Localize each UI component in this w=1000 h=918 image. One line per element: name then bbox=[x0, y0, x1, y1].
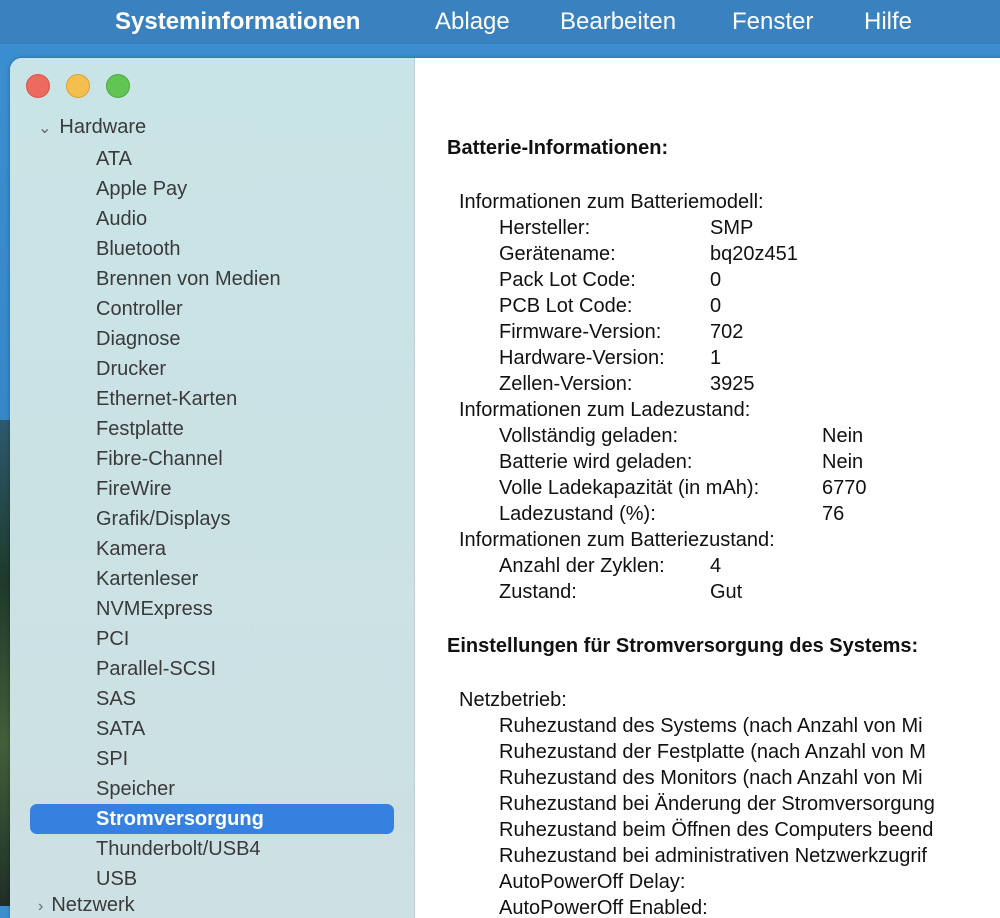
sidebar-item[interactable]: NVMExpress bbox=[96, 594, 213, 624]
menu-ablage[interactable]: Ablage bbox=[435, 8, 510, 36]
chevron-down-icon[interactable]: ⌄ bbox=[38, 120, 51, 137]
power-setting-label: AutoPowerOff Enabled: bbox=[499, 897, 708, 918]
info-label: Anzahl der Zyklen: bbox=[499, 555, 665, 577]
menu-hilfe[interactable]: Hilfe bbox=[864, 8, 912, 36]
info-label: Zustand: bbox=[499, 581, 577, 603]
sidebar-item[interactable]: Thunderbolt/USB4 bbox=[96, 834, 261, 864]
power-setting-label: AutoPowerOff Delay: bbox=[499, 871, 686, 893]
sidebar-item[interactable]: Ethernet-Karten bbox=[96, 384, 237, 414]
info-label: Hardware-Version: bbox=[499, 347, 665, 369]
info-label: Hersteller: bbox=[499, 217, 591, 239]
info-label: Gerätename: bbox=[499, 243, 616, 265]
subsection-heading: Informationen zum Ladezustand: bbox=[459, 399, 751, 421]
info-value: Nein bbox=[822, 451, 864, 473]
subsection-heading: Netzbetrieb: bbox=[459, 689, 567, 711]
info-label: Volle Ladekapazität (in mAh): bbox=[499, 477, 760, 499]
sidebar-item[interactable]: SAS bbox=[96, 684, 136, 714]
sidebar-item[interactable]: Bluetooth bbox=[96, 234, 181, 264]
sidebar-item[interactable]: Speicher bbox=[96, 774, 175, 804]
info-value: 1 bbox=[710, 347, 722, 369]
info-label: Vollständig geladen: bbox=[499, 425, 679, 447]
zoom-button[interactable] bbox=[106, 74, 130, 98]
info-label: PCB Lot Code: bbox=[499, 295, 633, 317]
subsection-heading: Informationen zum Batteriemodell: bbox=[459, 191, 764, 213]
chevron-right-icon[interactable]: › bbox=[38, 898, 43, 915]
sidebar-item[interactable]: Controller bbox=[96, 294, 183, 324]
detail-pane: Batterie-Informationen: Informationen zum… bbox=[415, 58, 1000, 918]
sidebar-item[interactable]: SATA bbox=[96, 714, 145, 744]
sidebar-item[interactable]: SPI bbox=[96, 744, 128, 774]
menu-app-name[interactable]: Systeminformationen bbox=[115, 8, 360, 36]
info-value: 3925 bbox=[710, 373, 755, 395]
sidebar-item[interactable]: FireWire bbox=[96, 474, 172, 504]
power-setting-label: Ruhezustand beim Öffnen des Computers be… bbox=[499, 819, 934, 841]
subsection-heading: Informationen zum Batteriezustand: bbox=[459, 529, 775, 551]
sidebar-item[interactable]: Kamera bbox=[96, 534, 166, 564]
power-setting-label: Ruhezustand des Systems (nach Anzahl von… bbox=[499, 715, 923, 737]
sidebar-item[interactable]: Audio bbox=[96, 204, 147, 234]
menu-bearbeiten[interactable]: Bearbeiten bbox=[560, 8, 676, 36]
sidebar-item[interactable]: ATA bbox=[96, 144, 132, 174]
info-value: 4 bbox=[710, 555, 722, 577]
close-button[interactable] bbox=[26, 74, 50, 98]
info-value: 702 bbox=[710, 321, 744, 343]
power-setting-label: Ruhezustand der Festplatte (nach Anzahl … bbox=[499, 741, 926, 763]
info-value: bq20z451 bbox=[710, 243, 798, 265]
info-value: SMP bbox=[710, 217, 754, 239]
info-value: 76 bbox=[822, 503, 845, 525]
sidebar-item[interactable]: Kartenleser bbox=[96, 564, 198, 594]
sidebar-item[interactable]: Festplatte bbox=[96, 414, 184, 444]
sidebar-item[interactable]: Apple Pay bbox=[96, 174, 187, 204]
section-title-power: Einstellungen für Stromversorgung des Sy… bbox=[447, 635, 919, 657]
info-label: Batterie wird geladen: bbox=[499, 451, 693, 473]
system-information-window: ⌄ Hardware ATA Apple Pay Audio Bluetooth Bren… bbox=[10, 58, 1000, 918]
sidebar-item[interactable]: Diagnose bbox=[96, 324, 181, 354]
info-value: Gut bbox=[710, 581, 743, 603]
sidebar[interactable]: ⌄ Hardware ATA Apple Pay Audio Bluetooth Bren… bbox=[10, 58, 415, 918]
sidebar-item[interactable]: Grafik/Displays bbox=[96, 504, 230, 534]
sidebar-item[interactable]: Fibre-Channel bbox=[96, 444, 223, 474]
sidebar-group-hardware[interactable]: ⌄ Hardware bbox=[38, 116, 146, 139]
sidebar-item[interactable]: PCI bbox=[96, 624, 129, 654]
desktop-wallpaper bbox=[0, 420, 10, 906]
sidebar-item[interactable]: USB bbox=[96, 864, 137, 894]
info-value: 0 bbox=[710, 269, 722, 291]
power-setting-label: Ruhezustand des Monitors (nach Anzahl vo… bbox=[499, 767, 923, 789]
info-value: 6770 bbox=[822, 477, 867, 499]
sidebar-item[interactable]: Parallel-SCSI bbox=[96, 654, 216, 684]
sidebar-item-selected[interactable]: Stromversorgung bbox=[96, 804, 264, 834]
menu-fenster[interactable]: Fenster bbox=[732, 8, 813, 36]
sidebar-item[interactable]: Brennen von Medien bbox=[96, 264, 281, 294]
info-label: Pack Lot Code: bbox=[499, 269, 636, 291]
info-value: 0 bbox=[710, 295, 722, 317]
menu-bar: Systeminformationen Ablage Bearbeiten Fe… bbox=[0, 0, 1000, 44]
info-label: Ladezustand (%): bbox=[499, 503, 656, 525]
info-label: Firmware-Version: bbox=[499, 321, 662, 343]
info-label: Zellen-Version: bbox=[499, 373, 633, 395]
section-title-battery: Batterie-Informationen: bbox=[447, 137, 669, 159]
info-value: Nein bbox=[822, 425, 864, 447]
sidebar-item[interactable]: Drucker bbox=[96, 354, 166, 384]
power-setting-label: Ruhezustand bei Änderung der Stromversor… bbox=[499, 793, 935, 815]
power-setting-label: Ruhezustand bei administrativen Netzwerk… bbox=[499, 845, 927, 867]
minimize-button[interactable] bbox=[66, 74, 90, 98]
